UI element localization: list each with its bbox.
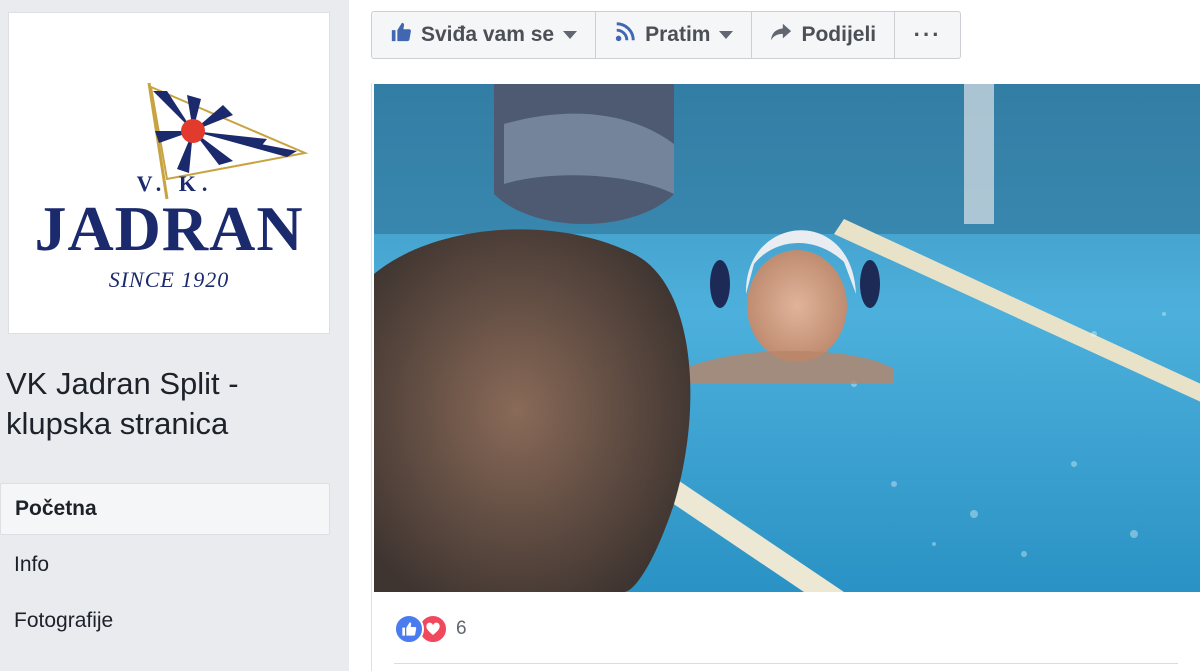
post-card: 6: [371, 83, 1200, 671]
follow-label: Pratim: [645, 23, 711, 46]
page-nav: Početna Info Fotografije: [0, 483, 330, 651]
like-reaction-icon: [394, 614, 424, 644]
share-label: Podijeli: [801, 23, 877, 46]
post-divider: [394, 663, 1178, 664]
follow-button[interactable]: Pratim: [596, 11, 753, 59]
main-column: Sviđa vam se Pratim Podijeli ··· 6: [349, 0, 1200, 671]
page-title[interactable]: VK Jadran Split - klupska stranica: [6, 364, 336, 444]
share-arrow-icon: [770, 21, 801, 49]
reaction-count: 6: [456, 618, 467, 639]
logo-name-text: JADRAN: [34, 193, 304, 264]
left-sidebar: V. K. JADRAN SINCE 1920 VK Jadran Split …: [0, 0, 349, 671]
post-photo[interactable]: [374, 84, 1200, 592]
thumbs-up-icon: [390, 21, 421, 49]
chevron-down-icon: [719, 31, 734, 39]
more-options-button[interactable]: ···: [895, 11, 962, 59]
like-page-button[interactable]: Sviđa vam se: [371, 11, 597, 59]
nav-item-fotografije[interactable]: Fotografije: [0, 595, 330, 651]
chevron-down-icon: [563, 31, 578, 39]
rss-icon: [614, 21, 645, 49]
logo-since-text: SINCE 1920: [108, 267, 230, 292]
profile-picture[interactable]: V. K. JADRAN SINCE 1920: [8, 12, 330, 334]
reactions-summary[interactable]: 6: [394, 613, 467, 645]
page-action-toolbar: Sviđa vam se Pratim Podijeli ···: [371, 11, 962, 59]
water-polo-photo: [374, 84, 1200, 592]
nav-item-pocetna[interactable]: Početna: [0, 483, 330, 535]
nav-item-info[interactable]: Info: [0, 539, 330, 595]
share-button[interactable]: Podijeli: [752, 11, 896, 59]
like-page-label: Sviđa vam se: [421, 23, 555, 46]
